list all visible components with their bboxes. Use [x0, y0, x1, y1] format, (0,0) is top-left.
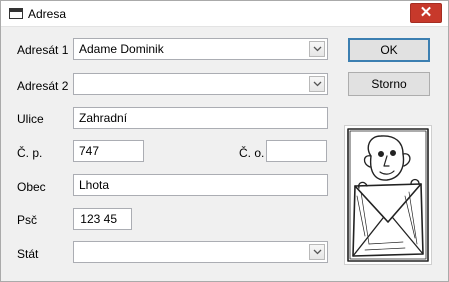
obec-label: Obec	[17, 180, 46, 194]
stat-combo[interactable]	[73, 241, 328, 263]
adresat1-value: Adame Dominik	[79, 42, 164, 56]
cp-label: Č. p.	[17, 146, 43, 160]
window-icon	[9, 8, 23, 19]
adresat2-combo[interactable]	[73, 73, 328, 95]
chevron-down-icon[interactable]	[309, 244, 325, 260]
adresat2-label: Adresát 2	[17, 79, 69, 93]
co-label: Č. o.	[239, 146, 265, 160]
cancel-button[interactable]: Storno	[348, 72, 430, 96]
stat-label: Stát	[17, 247, 39, 261]
ok-button[interactable]: OK	[348, 38, 430, 62]
ulice-label: Ulice	[17, 112, 44, 126]
obec-input[interactable]: Lhota	[73, 174, 328, 196]
co-input[interactable]	[266, 140, 327, 162]
psc-label: Psč	[17, 213, 38, 227]
address-dialog: Adresa ✕ Adresát 1 Adame Dominik Adresát…	[0, 0, 449, 282]
window-title: Adresa	[28, 7, 67, 21]
cp-input[interactable]: 747	[73, 140, 144, 162]
envelope-sketch-image	[344, 125, 432, 265]
chevron-down-icon[interactable]	[309, 76, 325, 92]
close-button[interactable]: ✕	[410, 3, 442, 23]
close-icon: ✕	[419, 4, 433, 21]
title-bar[interactable]: Adresa ✕	[1, 1, 448, 27]
psc-input[interactable]: 123 45	[73, 208, 132, 230]
ulice-input[interactable]: Zahradní	[73, 107, 328, 129]
adresat1-combo[interactable]: Adame Dominik	[73, 38, 328, 60]
chevron-down-icon[interactable]	[309, 41, 325, 57]
adresat1-label: Adresát 1	[17, 43, 69, 57]
